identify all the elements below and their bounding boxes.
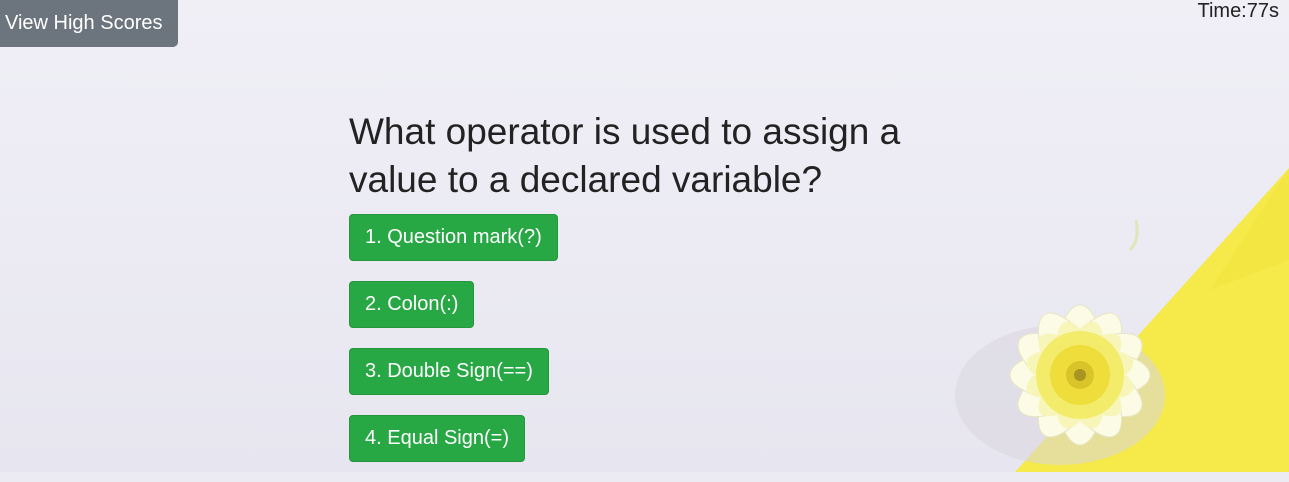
- answer-button-3[interactable]: 3. Double Sign(==): [349, 348, 549, 395]
- timer-display: Time:77s: [1197, 0, 1279, 22]
- quiz-container: What operator is used to assign a value …: [349, 108, 929, 482]
- view-high-scores-button[interactable]: View High Scores: [0, 0, 178, 47]
- answers-list: 1. Question mark(?) 2. Colon(:) 3. Doubl…: [349, 214, 929, 462]
- question-text: What operator is used to assign a value …: [349, 111, 901, 200]
- answer-button-4[interactable]: 4. Equal Sign(=): [349, 415, 525, 462]
- answer-button-1[interactable]: 1. Question mark(?): [349, 214, 558, 261]
- answer-button-2[interactable]: 2. Colon(:): [349, 281, 475, 328]
